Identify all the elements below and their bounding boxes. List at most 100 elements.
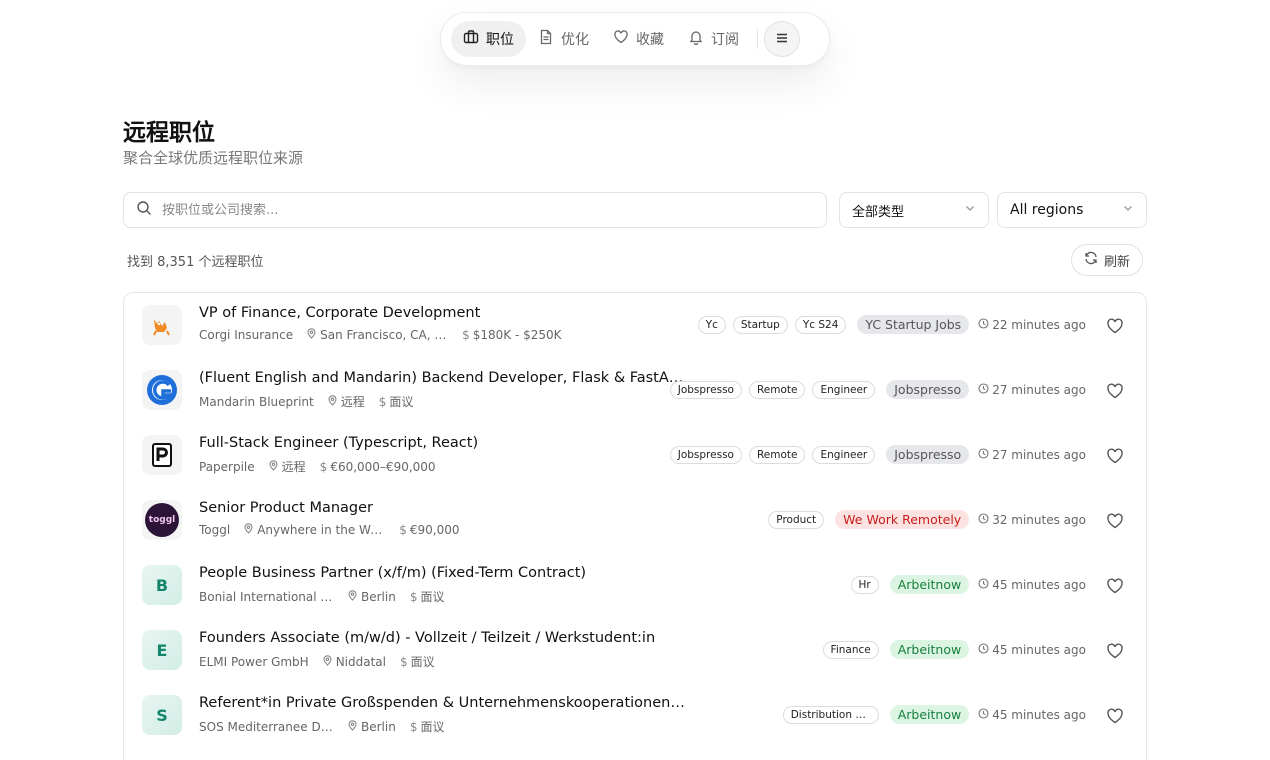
nav-item-jobs[interactable]: 职位: [451, 21, 526, 57]
job-row[interactable]: Full-Stack Engineer (Typescript, React) P…: [124, 423, 1146, 488]
clock-icon: [978, 642, 989, 657]
salary-text: 面议: [420, 590, 445, 604]
posted-time-text: 27 minutes ago: [992, 447, 1086, 462]
job-title[interactable]: VP of Finance, Corporate Development: [199, 305, 480, 321]
job-tag[interactable]: Remote: [748, 445, 806, 464]
dollar-icon: $: [409, 589, 418, 604]
job-right: Product We Work Remotely 32 minutes ago: [768, 510, 1086, 529]
posted-time-text: 45 minutes ago: [992, 577, 1086, 592]
source-badge[interactable]: Arbeitnow: [889, 575, 970, 594]
dollar-icon: $: [462, 328, 470, 342]
dollar-icon: $: [399, 523, 407, 537]
favorite-heart-icon[interactable]: [1106, 707, 1124, 725]
job-title[interactable]: Referent*in Private Großspenden & Untern…: [199, 695, 689, 711]
job-meta: Corgi Insurance San Francisco, CA, U... $ $…: [199, 328, 562, 342]
source-badge[interactable]: Arbeitnow: [889, 705, 970, 724]
salary-text: $180K - $250K: [472, 328, 562, 342]
company-logo: E: [142, 630, 182, 670]
toggl-logo-icon: toggl: [145, 503, 179, 537]
job-row[interactable]: toggl Senior Product Manager Toggl Anywhere…: [124, 488, 1146, 553]
job-tag[interactable]: Engineer: [812, 380, 876, 399]
job-tag[interactable]: Hr: [850, 575, 879, 594]
job-type-select[interactable]: 全部类型: [839, 192, 989, 228]
source-badge[interactable]: Jobspresso: [886, 380, 970, 399]
favorite-heart-icon[interactable]: [1106, 577, 1124, 595]
job-tag[interactable]: Jobspresso: [669, 445, 742, 464]
favorite-heart-icon[interactable]: [1106, 642, 1124, 660]
job-row[interactable]: B People Business Partner (x/f/m) (Fixed-…: [124, 553, 1146, 618]
company-name: Paperpile: [199, 459, 255, 474]
job-salary: $ 面议: [400, 653, 435, 670]
job-tag[interactable]: Yc S24: [794, 315, 847, 334]
favorite-heart-icon[interactable]: [1106, 512, 1124, 530]
nav-item-label: 收藏: [636, 32, 664, 48]
job-row[interactable]: (Fluent English and Mandarin) Backend De…: [124, 358, 1146, 423]
company-name: ELMI Power GmbH: [199, 654, 309, 669]
job-tag[interactable]: Engineer: [812, 445, 876, 464]
salary-text: 面议: [389, 395, 414, 409]
job-meta: Toggl Anywhere in the Wo... $ €90,000: [199, 523, 459, 537]
menu-button[interactable]: [764, 21, 800, 57]
source-badge[interactable]: YC Startup Jobs: [857, 315, 970, 334]
job-title[interactable]: (Fluent English and Mandarin) Backend De…: [199, 370, 689, 386]
job-row[interactable]: E Founders Associate (m/w/d) - Vollzeit /…: [124, 618, 1146, 683]
dollar-icon: $: [409, 719, 418, 734]
source-badge[interactable]: Arbeitnow: [889, 640, 970, 659]
posted-time-text: 32 minutes ago: [992, 512, 1086, 527]
job-title[interactable]: Full-Stack Engineer (Typescript, React): [199, 435, 478, 451]
job-tag[interactable]: Remote: [748, 380, 806, 399]
page-subtitle: 聚合全球优质远程职位来源: [123, 149, 304, 167]
job-tag[interactable]: Finance: [822, 640, 879, 659]
job-location: Berlin: [347, 590, 396, 604]
posted-time-text: 22 minutes ago: [992, 317, 1086, 332]
job-tag[interactable]: Product: [768, 510, 825, 529]
bell-icon: [688, 29, 704, 49]
company-name: Toggl: [199, 523, 231, 537]
job-row[interactable]: VP of Finance, Corporate Development Corg…: [124, 293, 1146, 358]
job-row[interactable]: S Referent*in Private Großspenden & Unter…: [124, 683, 1146, 748]
location-text: Berlin: [361, 719, 396, 734]
job-location: 远程: [327, 393, 365, 410]
posted-time-text: 45 minutes ago: [992, 642, 1086, 657]
job-right: Distribution Management Arbeitnow 45 minut…: [782, 705, 1086, 724]
nav-divider: [757, 29, 758, 49]
job-right: Hr Arbeitnow 45 minutes ago: [850, 575, 1086, 594]
job-tag[interactable]: Startup: [732, 315, 788, 334]
nav-item-optimize[interactable]: 优化: [526, 21, 601, 57]
job-list: VP of Finance, Corporate Development Corg…: [123, 292, 1147, 760]
job-meta: Bonial International G... Berlin $ 面议: [199, 588, 444, 605]
region-select[interactable]: All regions: [997, 192, 1147, 228]
favorite-heart-icon[interactable]: [1106, 447, 1124, 465]
favorite-heart-icon[interactable]: [1106, 382, 1124, 400]
search-input[interactable]: [162, 202, 814, 218]
nav-item-subscribe[interactable]: 订阅: [676, 21, 751, 57]
company-name: Corgi Insurance: [199, 328, 294, 342]
source-badge[interactable]: Jobspresso: [886, 445, 970, 464]
search-box: [123, 192, 827, 228]
salary-text: €60,000–€90,000: [330, 459, 436, 474]
job-tag[interactable]: Distribution Management: [782, 705, 879, 724]
job-type-value: 全部类型: [852, 204, 905, 220]
location-text: 远程: [281, 460, 306, 474]
job-title[interactable]: Senior Product Manager: [199, 500, 373, 516]
job-tag[interactable]: Yc: [697, 315, 726, 334]
menu-icon: [775, 30, 789, 49]
job-title[interactable]: Founders Associate (m/w/d) - Vollzeit / …: [199, 630, 655, 646]
company-name: Bonial International G...: [199, 589, 334, 604]
posted-time: 32 minutes ago: [978, 513, 1086, 527]
posted-time: 45 minutes ago: [978, 578, 1086, 592]
nav-item-label: 优化: [561, 32, 589, 48]
source-badge[interactable]: We Work Remotely: [835, 510, 970, 529]
location-pin-icon: [243, 523, 254, 537]
dollar-icon: $: [319, 459, 328, 474]
job-title[interactable]: People Business Partner (x/f/m) (Fixed-T…: [199, 565, 586, 581]
dollar-icon: $: [400, 654, 408, 669]
nav-item-favorites[interactable]: 收藏: [601, 21, 676, 57]
location-text: Niddatal: [335, 654, 386, 669]
job-tag[interactable]: Jobspresso: [669, 380, 742, 399]
job-location: Anywhere in the Wo...: [243, 523, 385, 537]
clock-icon: [978, 317, 989, 332]
favorite-heart-icon[interactable]: [1106, 317, 1124, 335]
results-count: 找到 8,351 个远程职位: [127, 255, 264, 270]
refresh-button[interactable]: 刷新: [1071, 244, 1143, 276]
